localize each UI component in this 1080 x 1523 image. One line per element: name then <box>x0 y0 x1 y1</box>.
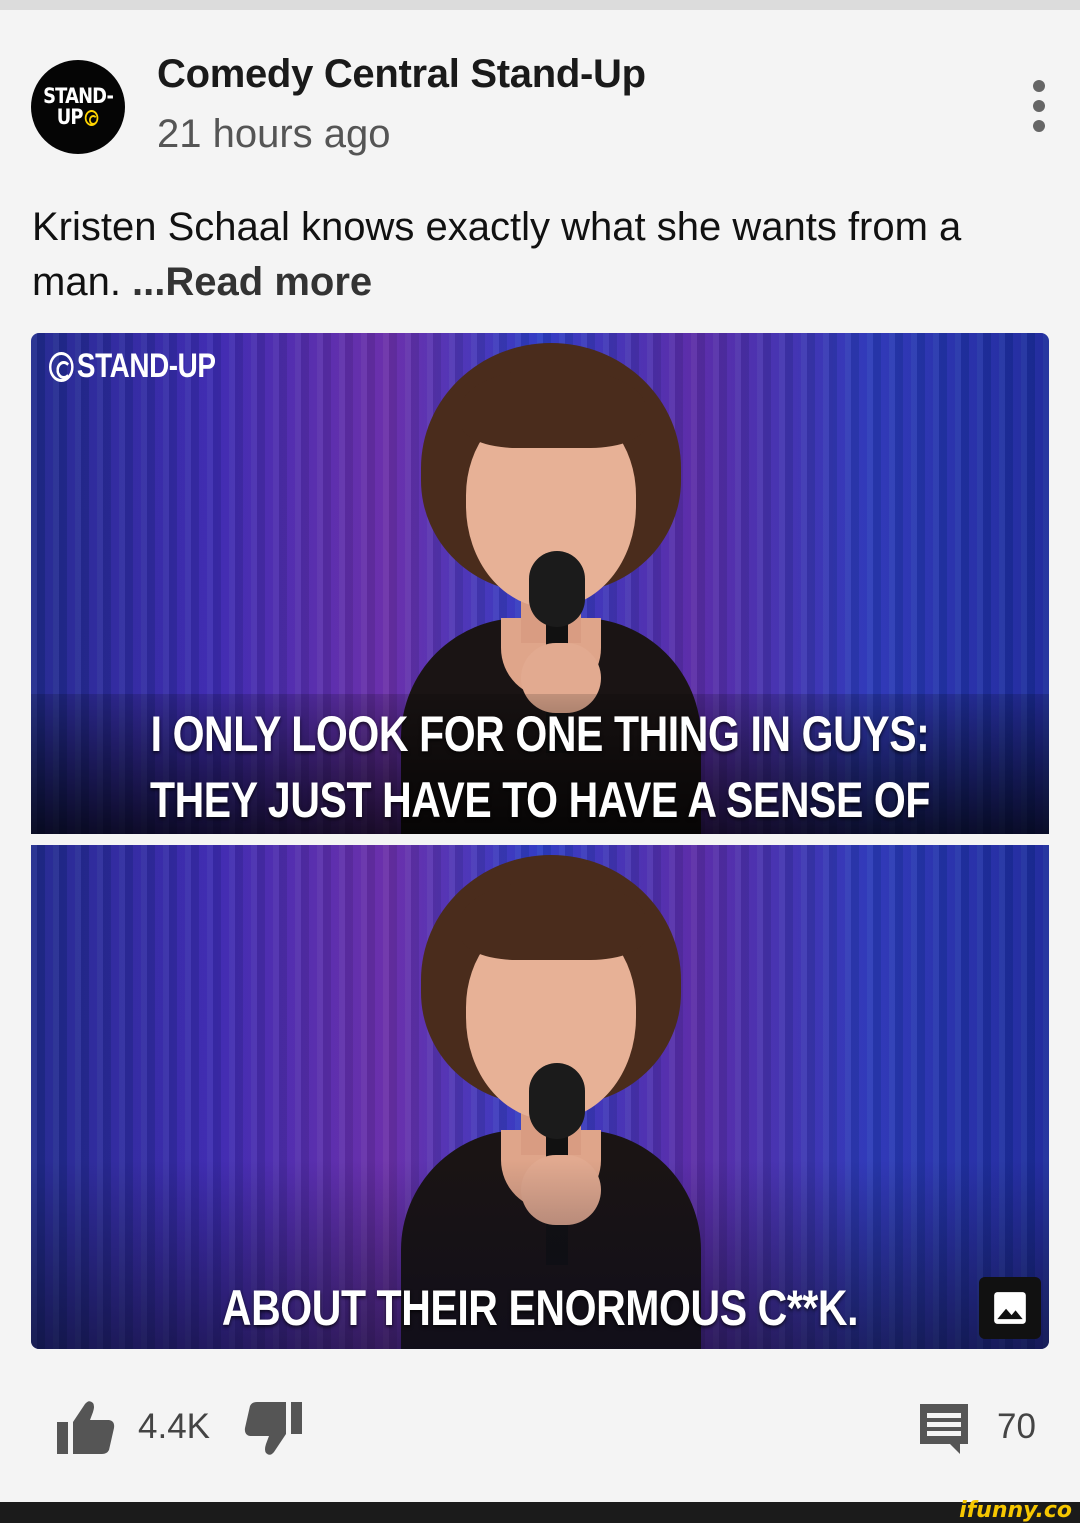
read-more-link[interactable]: ...Read more <box>132 260 372 304</box>
avatar-text-line2: UP <box>56 105 84 129</box>
post-text: Kristen Schaal knows exactly what she wa… <box>32 200 1032 310</box>
thumbs-down-icon[interactable] <box>242 1400 304 1458</box>
thumbs-up-icon[interactable] <box>55 1398 117 1456</box>
channel-avatar[interactable]: STAND- UP <box>31 60 125 154</box>
comedy-central-logo-icon <box>85 109 100 126</box>
avatar-text-line1: STAND- <box>43 84 114 108</box>
meme-image-bottom[interactable]: ABOUT THEIR ENORMOUS C**K. <box>31 845 1049 1349</box>
post-timestamp: 21 hours ago <box>157 112 391 156</box>
meme-image-top[interactable]: STAND-UP I ONLY LOOK FOR ONE THING IN GU… <box>31 333 1049 834</box>
meme-caption-top: I ONLY LOOK FOR ONE THING IN GUYS: THEY … <box>123 701 958 834</box>
caption-line-1: I ONLY LOOK FOR ONE THING IN GUYS: <box>150 706 930 762</box>
like-count: 4.4K <box>138 1407 210 1446</box>
microphone-icon <box>529 1063 585 1139</box>
comment-icon[interactable] <box>916 1400 972 1456</box>
meme-caption-bottom: ABOUT THEIR ENORMOUS C**K. <box>221 1280 859 1336</box>
image-icon[interactable] <box>979 1277 1041 1339</box>
comedy-central-logo-icon <box>49 351 74 382</box>
more-vert-icon[interactable] <box>1024 80 1054 132</box>
channel-name[interactable]: Comedy Central Stand-Up <box>157 52 646 97</box>
caption-line-2: THEY JUST HAVE TO HAVE A SENSE OF HUMOR <box>149 772 931 828</box>
ifunny-logo: ifunny.co <box>959 1498 1072 1523</box>
comment-count: 70 <box>997 1407 1036 1446</box>
stand-up-watermark: STAND-UP <box>49 347 216 386</box>
watermark-text: STAND-UP <box>76 347 216 385</box>
panel-divider <box>31 834 1049 845</box>
microphone-icon <box>529 551 585 627</box>
status-bar <box>0 0 1080 10</box>
footer-bar: ifunny.co <box>0 1498 1080 1523</box>
